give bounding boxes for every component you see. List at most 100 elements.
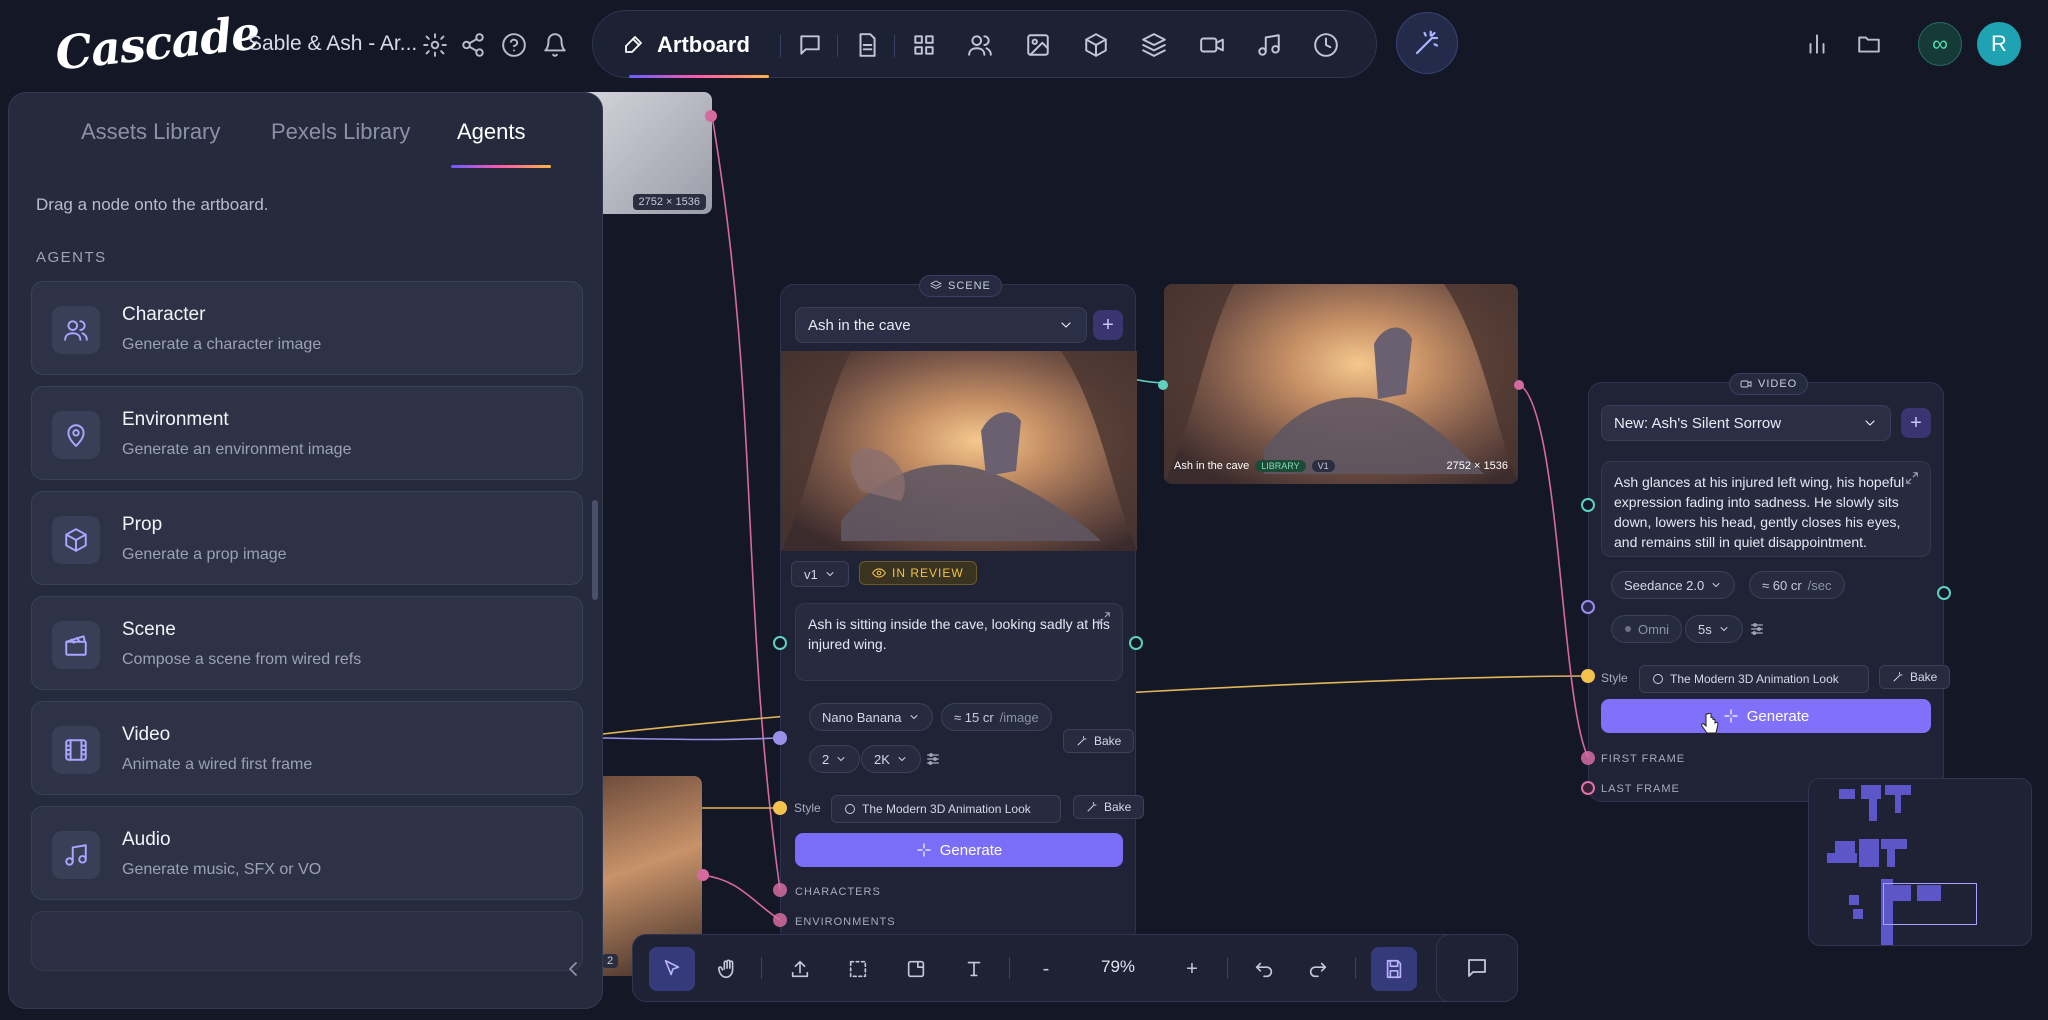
- video-style-port[interactable]: [1581, 669, 1595, 683]
- sliders-icon[interactable]: [1749, 621, 1765, 637]
- generated-image-card[interactable]: Ash in the cave LIBRARY V1 2752 × 1536: [1164, 284, 1518, 484]
- divider: [1227, 957, 1228, 979]
- video-model-select[interactable]: Seedance 2.0: [1611, 571, 1736, 599]
- model-port[interactable]: [773, 731, 787, 745]
- add-scene-button[interactable]: +: [1093, 310, 1123, 340]
- video-prompt[interactable]: Ash glances at his injured left wing, hi…: [1601, 461, 1931, 557]
- video-bake-button[interactable]: Bake: [1879, 665, 1951, 689]
- tab-agents[interactable]: Agents: [457, 119, 526, 145]
- clapper-icon: [52, 621, 100, 669]
- expand-icon[interactable]: [1097, 611, 1111, 625]
- frame-icon: [907, 960, 925, 978]
- tab-pexels-library[interactable]: Pexels Library: [271, 119, 410, 145]
- style-value: The Modern 3D Animation Look: [1670, 672, 1839, 686]
- video-style-select[interactable]: The Modern 3D Animation Look: [1639, 665, 1869, 693]
- scene-select[interactable]: Ash in the cave: [795, 307, 1087, 343]
- redo-button[interactable]: [1295, 947, 1341, 991]
- save-button[interactable]: [1371, 947, 1417, 991]
- resolution-select[interactable]: 2K: [861, 745, 921, 773]
- agent-subtitle: Generate a prop image: [122, 546, 287, 563]
- cost-value: ≈ 60 cr: [1762, 577, 1802, 593]
- video-generate-button[interactable]: Generate: [1601, 699, 1931, 733]
- frame-tool-button[interactable]: [893, 947, 939, 991]
- style-select[interactable]: The Modern 3D Animation Look: [831, 795, 1061, 823]
- style-port[interactable]: [773, 801, 787, 815]
- scene-node-tag: SCENE: [919, 275, 1002, 297]
- library-badge: LIBRARY: [1255, 460, 1306, 472]
- style-swatch-icon: [844, 803, 856, 815]
- status-badge: IN REVIEW: [859, 561, 977, 585]
- scene-input-port[interactable]: [773, 636, 787, 650]
- video-select[interactable]: New: Ash's Silent Sorrow: [1601, 405, 1891, 441]
- bake-button[interactable]: Bake: [1063, 729, 1135, 753]
- agent-card-scene[interactable]: Scene Compose a scene from wired refs: [31, 596, 583, 690]
- agent-card-audio[interactable]: Audio Generate music, SFX or VO: [31, 806, 583, 900]
- scene-generate-button[interactable]: Generate: [795, 833, 1123, 867]
- scene-node[interactable]: SCENE Ash in the cave + v1 IN REVIEW Ash…: [780, 275, 1145, 944]
- duration-select[interactable]: 5s: [1685, 615, 1743, 643]
- agent-card-environment[interactable]: Environment Generate an environment imag…: [31, 386, 583, 480]
- image-input-port[interactable]: [1158, 380, 1168, 390]
- marquee-select-button[interactable]: [835, 947, 881, 991]
- agent-card-video[interactable]: Video Animate a wired first frame: [31, 701, 583, 795]
- scene-output-port[interactable]: [1129, 636, 1143, 650]
- scene-output-image[interactable]: [781, 351, 1137, 551]
- music-icon: [52, 831, 100, 879]
- cost-estimate: ≈ 15 cr /image: [941, 703, 1052, 731]
- agent-card-prop[interactable]: Prop Generate a prop image: [31, 491, 583, 585]
- video-node[interactable]: VIDEO New: Ash's Silent Sorrow + Ash gla…: [1588, 373, 1951, 802]
- video-input-port[interactable]: [1581, 498, 1595, 512]
- mouse-cursor: [1700, 712, 1720, 736]
- magic-wand-icon: [1086, 801, 1098, 813]
- collapse-chevron-icon[interactable]: [561, 957, 585, 981]
- agent-card-character[interactable]: Character Generate a character image: [31, 281, 583, 375]
- version-select[interactable]: v1: [791, 561, 849, 587]
- port-label-first-frame: FIRST FRAME: [1601, 753, 1686, 765]
- count-select[interactable]: 2: [809, 745, 861, 773]
- minimap-viewport[interactable]: [1883, 883, 1977, 925]
- tab-assets-library[interactable]: Assets Library: [81, 119, 220, 145]
- video-select-value: New: Ash's Silent Sorrow: [1614, 414, 1782, 432]
- video-model-port[interactable]: [1581, 600, 1595, 614]
- output-port[interactable]: [705, 110, 717, 122]
- model-value: Seedance 2.0: [1624, 577, 1705, 593]
- zoom-in-button[interactable]: +: [1169, 947, 1215, 991]
- comments-button[interactable]: [1436, 934, 1518, 1002]
- connection-wire: [602, 737, 781, 741]
- characters-port[interactable]: [773, 883, 787, 897]
- output-port[interactable]: [697, 869, 709, 881]
- zoom-level[interactable]: 79%: [1101, 957, 1135, 977]
- agent-title: Scene: [122, 619, 176, 640]
- style-bake-button[interactable]: Bake: [1073, 795, 1145, 819]
- agents-section-heading: AGENTS: [36, 249, 107, 266]
- upload-icon: [791, 960, 809, 978]
- image-output-port[interactable]: [1514, 380, 1524, 390]
- pan-tool-button[interactable]: [705, 947, 751, 991]
- text-icon: [967, 961, 981, 977]
- text-tool-button[interactable]: [951, 947, 997, 991]
- expand-icon[interactable]: [1905, 471, 1919, 485]
- upload-button[interactable]: [777, 947, 823, 991]
- agent-card-partial[interactable]: [31, 911, 583, 971]
- zoom-out-button[interactable]: -: [1023, 947, 1069, 991]
- first-frame-port[interactable]: [1581, 751, 1595, 765]
- model-select[interactable]: Nano Banana: [809, 703, 933, 731]
- environments-port[interactable]: [773, 913, 787, 927]
- video-output-port[interactable]: [1937, 586, 1951, 600]
- select-tool-button[interactable]: [649, 947, 695, 991]
- scene-prompt[interactable]: Ash is sitting inside the cave, looking …: [795, 603, 1123, 681]
- status-text: IN REVIEW: [892, 566, 964, 580]
- add-video-button[interactable]: +: [1901, 408, 1931, 438]
- chevron-down-icon: [896, 753, 908, 765]
- undo-button[interactable]: [1241, 947, 1287, 991]
- style-label: Style: [1601, 671, 1628, 685]
- panel-hint: Drag a node onto the artboard.: [36, 195, 269, 214]
- last-frame-port[interactable]: [1581, 781, 1595, 795]
- panel-scrollbar[interactable]: [592, 500, 598, 600]
- library-panel: Assets Library Pexels Library Agents Dra…: [8, 92, 603, 1009]
- sliders-icon[interactable]: [925, 751, 941, 767]
- image-caption: Ash in the cave: [1174, 460, 1250, 472]
- minimap[interactable]: [1808, 778, 2032, 946]
- mode-select[interactable]: Omni: [1611, 615, 1683, 643]
- hand-icon: [718, 959, 734, 979]
